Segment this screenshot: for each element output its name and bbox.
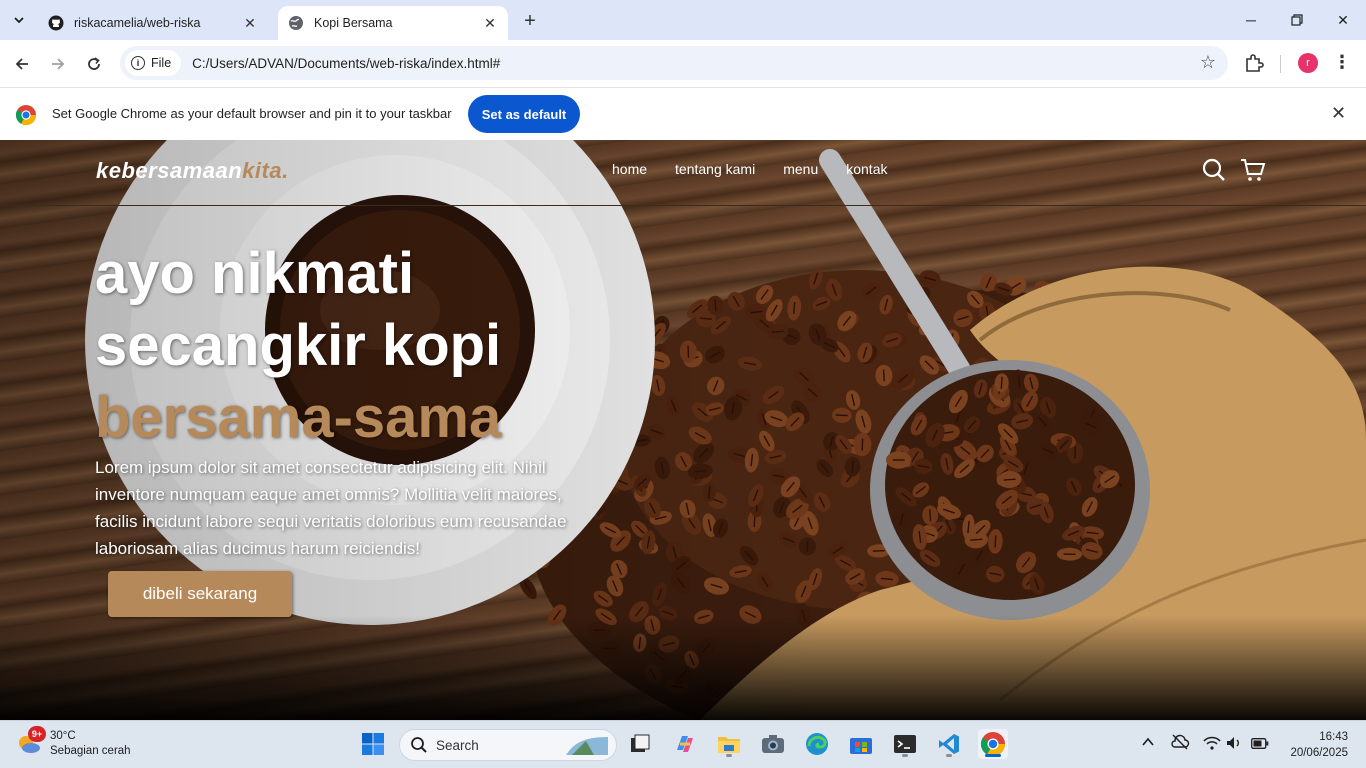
- address-bar[interactable]: i File C:/Users/ADVAN/Documents/web-risk…: [120, 46, 1228, 80]
- restore-icon: [1291, 14, 1303, 26]
- close-tab-icon[interactable]: ✕: [482, 15, 498, 31]
- reload-button[interactable]: [78, 48, 110, 80]
- page-viewport: kebersamaankita. home tentang kami menu …: [0, 140, 1366, 720]
- camera-icon: [762, 735, 784, 753]
- clock-time: 16:43: [1319, 731, 1348, 743]
- site-info-chip[interactable]: i File: [125, 50, 182, 76]
- nav-link-tentang-kami[interactable]: tentang kami: [675, 161, 755, 177]
- logo-accent-text: kita: [242, 158, 283, 183]
- hero-title-line3: bersama-sama: [95, 385, 502, 450]
- logo-main-text: kebersamaan: [96, 158, 243, 183]
- running-indicator: [726, 754, 732, 757]
- vscode-icon: [939, 734, 959, 754]
- battery-icon[interactable]: [1251, 738, 1269, 749]
- more-menu-icon[interactable]: ⋮: [1333, 52, 1351, 73]
- tab-title: Kopi Bersama: [314, 16, 393, 30]
- wifi-icon[interactable]: [1203, 736, 1221, 750]
- search-placeholder: Search: [436, 737, 479, 753]
- running-indicator: [902, 754, 908, 757]
- search-icon: [411, 737, 427, 753]
- weather-icon: 9+: [16, 726, 46, 755]
- store-button[interactable]: [846, 729, 876, 759]
- tab-strip: riskacamelia/web-riska ✕ Kopi Bersama ✕ …: [0, 0, 1366, 40]
- start-button[interactable]: [358, 729, 388, 759]
- site-nav-links: home tentang kami menu kontak: [612, 161, 887, 177]
- url-text[interactable]: C:/Users/ADVAN/Documents/web-riska/index…: [192, 56, 500, 71]
- weather-widget[interactable]: 9+ 30°C Sebagian cerah: [16, 726, 131, 759]
- browser-toolbar: i File C:/Users/ADVAN/Documents/web-risk…: [0, 40, 1366, 87]
- chrome-button[interactable]: [978, 729, 1008, 759]
- tab-kopi-bersama[interactable]: Kopi Bersama ✕: [278, 6, 508, 40]
- chrome-logo-icon: [16, 105, 36, 125]
- site-logo[interactable]: kebersamaankita.: [96, 158, 289, 184]
- folder-icon: [718, 737, 740, 753]
- system-clock[interactable]: 16:43 20/06/2025: [1284, 729, 1348, 761]
- search-highlight-icon: [566, 737, 608, 755]
- cloud-sync-off-icon[interactable]: [1170, 733, 1190, 751]
- hero-title-line2: secangkir kopi: [95, 313, 502, 378]
- taskbar-search[interactable]: Search: [399, 729, 617, 761]
- clock-date: 20/06/2025: [1290, 747, 1348, 759]
- hero-title-line1: ayo nikmati: [95, 241, 415, 306]
- file-explorer-button[interactable]: [714, 729, 744, 759]
- minimize-button[interactable]: ─: [1228, 0, 1274, 40]
- github-icon: [48, 15, 64, 31]
- set-default-button[interactable]: Set as default: [468, 95, 580, 133]
- toolbar-divider: [1280, 55, 1281, 73]
- chevron-up-icon[interactable]: [1141, 735, 1155, 749]
- back-button[interactable]: [6, 48, 38, 80]
- infobar-message: Set Google Chrome as your default browse…: [52, 106, 452, 121]
- weather-badge: 9+: [28, 726, 46, 742]
- chevron-down-icon: [14, 17, 24, 24]
- volume-icon[interactable]: [1226, 736, 1242, 750]
- edge-button[interactable]: [802, 729, 832, 759]
- weather-temp: 30°C: [50, 730, 76, 742]
- store-icon: [850, 738, 872, 754]
- vscode-button[interactable]: [934, 729, 964, 759]
- copilot-button[interactable]: [670, 729, 700, 759]
- profile-avatar[interactable]: r: [1298, 53, 1318, 73]
- close-tab-icon[interactable]: ✕: [242, 15, 258, 31]
- task-view-icon: [631, 734, 650, 752]
- search-icon[interactable]: [1201, 157, 1227, 183]
- logo-dot: .: [282, 158, 289, 183]
- tab-github[interactable]: riskacamelia/web-riska ✕: [38, 6, 268, 40]
- forward-button[interactable]: [42, 48, 74, 80]
- new-tab-button[interactable]: +: [518, 9, 542, 33]
- file-label: File: [151, 56, 172, 70]
- weather-desc: Sebagian cerah: [50, 745, 131, 757]
- terminal-icon: [894, 735, 916, 753]
- nav-link-menu[interactable]: menu: [783, 161, 818, 177]
- infobar-close-icon[interactable]: ✕: [1331, 103, 1346, 124]
- site-navbar: kebersamaankita. home tentang kami menu …: [0, 140, 1366, 206]
- info-icon: i: [131, 56, 145, 70]
- restore-button[interactable]: [1274, 0, 1320, 40]
- task-view-button[interactable]: [625, 729, 655, 759]
- default-browser-infobar: Set Google Chrome as your default browse…: [0, 87, 1366, 140]
- reload-icon: [88, 57, 100, 70]
- edge-icon: [806, 733, 828, 755]
- extensions-icon[interactable]: [1243, 52, 1265, 74]
- hero-paragraph: Lorem ipsum dolor sit amet consectetur a…: [95, 458, 567, 558]
- close-window-button[interactable]: ✕: [1320, 0, 1366, 40]
- camera-button[interactable]: [758, 729, 788, 759]
- hero-title: ayo nikmati secangkir kopi bersama-sama: [95, 238, 695, 454]
- shopping-cart-icon[interactable]: [1240, 157, 1266, 183]
- bookmark-star-icon[interactable]: ☆: [1200, 52, 1216, 73]
- copilot-icon: [677, 736, 693, 752]
- tab-search-button[interactable]: [6, 7, 32, 33]
- nav-link-home[interactable]: home: [612, 161, 647, 177]
- globe-icon: [288, 15, 304, 31]
- windows-taskbar: 9+ 30°C Sebagian cerah Search 16:43 20/0…: [0, 720, 1366, 768]
- arrow-right-icon: [52, 58, 65, 70]
- nav-link-kontak[interactable]: kontak: [846, 161, 887, 177]
- buy-now-button[interactable]: dibeli sekarang: [108, 571, 292, 617]
- active-indicator: [985, 754, 1001, 757]
- windows-logo-icon: [362, 733, 384, 755]
- tab-title: riskacamelia/web-riska: [74, 16, 201, 30]
- arrow-left-icon: [15, 58, 28, 70]
- chrome-icon: [981, 732, 1005, 756]
- terminal-button[interactable]: [890, 729, 920, 759]
- running-indicator: [946, 754, 952, 757]
